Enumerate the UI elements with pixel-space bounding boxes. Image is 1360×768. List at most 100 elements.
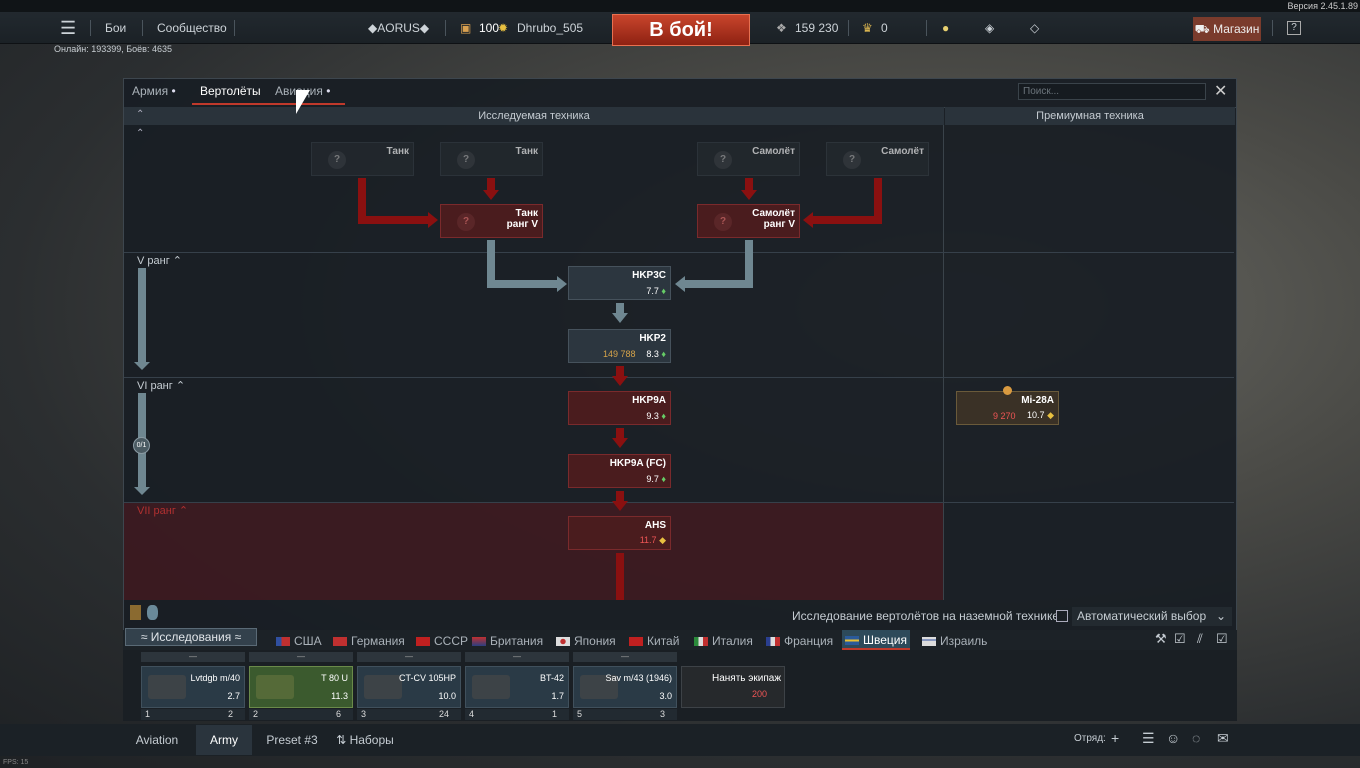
ammo-icon[interactable]: ⫽ [1197,631,1203,647]
chevron-icon: ≈ [231,630,242,644]
tab-helicopters[interactable]: Вертолёты [192,79,288,105]
slot-vehicle-name: BT-42 [539,673,564,683]
nation-germany[interactable]: Германия [333,631,405,651]
crew-slot[interactable]: — T 80 U 11.3 2 6 [249,652,353,722]
check-icon[interactable]: ☑ [1174,631,1186,647]
crew-slot[interactable]: — BT-42 1.7 4 1 [465,652,569,722]
nation-label: Швеция [863,633,907,647]
community-menu[interactable]: Сообщество [157,12,227,44]
fps-counter: FPS: 15 [3,759,29,766]
vehicle-card-ahs[interactable]: AHS 11.7 ◆ [568,516,671,550]
tank-rank-requirement-card[interactable]: ? Танк ранг V [440,204,543,238]
plane-requirement-card[interactable]: ? Самолёт [826,142,929,176]
nation-label: Британия [490,634,544,648]
squad-label: Отряд: [1074,733,1106,744]
nation-ussr[interactable]: СССР [416,631,468,651]
rank-vii-label[interactable]: VII ранг ⌃ [137,504,188,517]
plane-rank-requirement-card[interactable]: ? Самолёт ранг V [697,204,800,238]
card-name: Танк [515,208,538,219]
sets-button[interactable]: ⇅ Наборы [330,725,400,755]
shield-icon: ♦ [661,474,666,484]
rank-v-label[interactable]: V ранг ⌃ [137,254,182,267]
tank-icon [148,675,186,699]
tank-icon [256,675,294,699]
nation-israel[interactable]: Израиль [922,631,987,651]
slot-vehicle-br: 11.3 [331,691,348,701]
list-icon[interactable]: ☰ [1142,730,1155,747]
nation-label: Франция [784,634,834,648]
vehicle-card-mi28a[interactable]: Mi-28A 9 270 10.7 ◆ [956,391,1059,425]
crew-slot[interactable]: — Lvtdgb m/40 2.7 1 2 [141,652,245,722]
plus-icon[interactable]: + [1111,730,1119,746]
chat-icon[interactable]: ◌ [1192,730,1200,746]
lightbulb-icon[interactable]: ● [942,12,949,44]
ground-research-checkbox[interactable] [1056,610,1068,622]
ticket-icon[interactable]: ◇ [1030,12,1039,44]
vehicle-card-hkp9a-fc[interactable]: HKP9A (FC) 9.7 ♦ [568,454,671,488]
battles-menu[interactable]: Бои [105,12,126,44]
crew-slot[interactable]: — Sav m/43 (1946) 3.0 5 3 [573,652,677,722]
tank-requirement-card[interactable]: ? Танк [440,142,543,176]
slot-vehicle-name: T 80 U [321,673,348,683]
diamond-icon: ◆ [659,535,666,545]
battle-button[interactable]: В бой! [612,14,750,46]
help-icon[interactable]: ? [1287,21,1301,35]
vehicle-card-hkp9a[interactable]: HKP9A 9.3 ♦ [568,391,671,425]
nation-label: Израиль [940,634,988,648]
slot-number: 2 [253,709,259,719]
hire-crew-slot[interactable]: Нанять экипаж 200 [681,666,785,708]
plane-requirement-card[interactable]: ? Самолёт [697,142,800,176]
nation-britain[interactable]: Британия [472,631,543,651]
card-name: Самолёт [752,146,795,157]
collapse-all-icon[interactable]: ⌃ [136,109,144,120]
question-icon: ? [328,151,346,169]
friends-icon[interactable]: ☺ [1166,730,1180,746]
slot-body: Sav m/43 (1946) 3.0 [573,666,677,708]
shop-button[interactable]: ⛟ Магазин [1193,17,1261,41]
hamburger-icon[interactable]: ☰ [60,12,76,44]
slot-footer: 26 [249,709,353,720]
mail-icon[interactable]: ✉ [1217,730,1229,747]
tab-army[interactable]: Армия • [132,79,176,105]
preset-3[interactable]: Preset #3 [258,725,326,755]
auto-select-dropdown[interactable]: Автоматический выбор ⌄ [1072,607,1232,626]
flag-icon [845,636,859,645]
nation-japan[interactable]: Япония [556,631,616,651]
close-icon[interactable]: ✕ [1214,81,1227,101]
slot-vehicle-br: 10.0 [438,691,456,701]
preset-army[interactable]: Army [196,725,252,755]
search-input[interactable]: Поиск... [1018,83,1206,100]
rank-vi-label[interactable]: VI ранг ⌃ [137,379,185,392]
flag-icon [694,637,708,646]
card-br: 10.7 [1027,410,1045,420]
slot-vehicle-br: 3.0 [659,691,672,701]
nation-italy[interactable]: Италия [694,631,753,651]
nation-usa[interactable]: США [276,631,322,651]
vehicle-card-hkp2[interactable]: HKP2 149 788 8.3 ♦ [568,329,671,363]
preset-aviation[interactable]: Aviation [123,725,191,755]
rank-badge-icon [130,605,141,620]
player-level: 100 [479,21,500,35]
tank-requirement-card[interactable]: ? Танк [311,142,414,176]
nation-france[interactable]: Франция [766,631,833,651]
player-nickname[interactable]: Dhrubo_505 [517,12,583,44]
mouse-cursor [296,90,310,114]
nation-china[interactable]: Китай [629,631,679,651]
wrench-icon[interactable]: ⚒ [1155,631,1167,647]
vehicle-card-hkp3c[interactable]: HKP3C 7.7 ♦ [568,266,671,300]
top-strip [0,0,1360,12]
question-icon: ? [714,213,732,231]
diamond-icon[interactable]: ◈ [985,12,994,44]
nation-sweden[interactable]: Швеция [842,630,910,650]
slot-vehicle-name: Lvtdgb m/40 [190,673,240,683]
flag-icon [922,637,936,646]
crew-slot[interactable]: — CT-CV 105HP 10.0 3 24 [357,652,461,722]
hire-crew-label: Нанять экипаж [712,673,782,684]
tab-label: Армия [132,84,169,98]
research-tab[interactable]: ≈ Исследования ≈ [125,628,257,646]
avatar-icon[interactable]: ▣ [460,12,471,44]
flag-icon [416,637,430,646]
check-icon[interactable]: ☑ [1216,631,1228,647]
tab-aviation[interactable]: Авиация • [275,79,345,105]
collapse-icon[interactable]: ⌃ [136,128,144,139]
